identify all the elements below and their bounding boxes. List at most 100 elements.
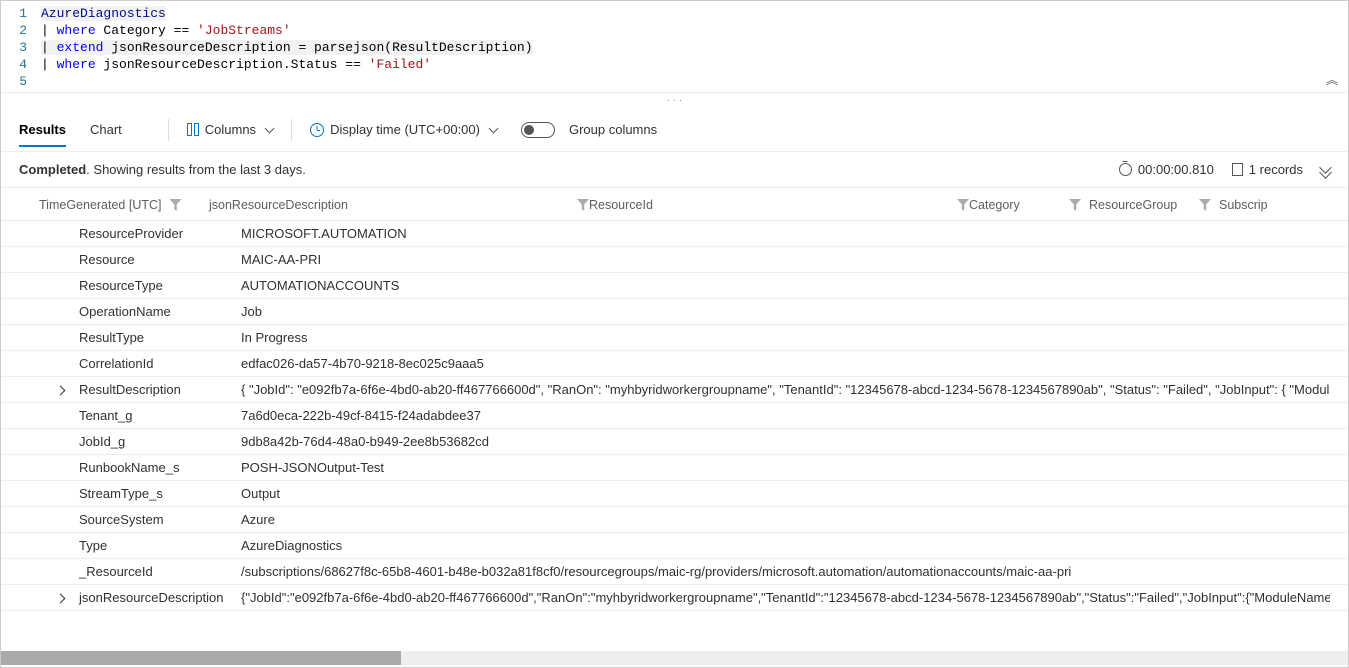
table-row[interactable]: jsonResourceDescription{"JobId":"e092fb7… <box>1 585 1348 611</box>
field-value: /subscriptions/68627f8c-65b8-4601-b48e-b… <box>241 564 1330 579</box>
field-name: ResultDescription <box>79 382 241 397</box>
field-value: {"JobId":"e092fb7a-6f6e-4bd0-ab20-ff4677… <box>241 590 1330 605</box>
column-header-category[interactable]: Category <box>969 198 1069 212</box>
display-time-label: Display time (UTC+00:00) <box>330 122 480 137</box>
table-row[interactable]: CorrelationIdedfac026-da57-4b70-9218-8ec… <box>1 351 1348 377</box>
field-name: Resource <box>79 252 241 267</box>
table-row[interactable]: ResultDescription{ "JobId": "e092fb7a-6f… <box>1 377 1348 403</box>
editor-line[interactable]: 2| where Category == 'JobStreams' <box>1 22 1348 39</box>
field-value: 7a6d0eca-222b-49cf-8415-f24adabdee37 <box>241 408 1330 423</box>
chevron-right-icon <box>57 590 64 605</box>
table-row[interactable]: _ResourceId/subscriptions/68627f8c-65b8-… <box>1 559 1348 585</box>
field-name: _ResourceId <box>79 564 241 579</box>
column-header-subscription[interactable]: Subscrip <box>1199 198 1330 212</box>
chevron-down-icon <box>262 122 273 137</box>
table-row[interactable]: StreamType_sOutput <box>1 481 1348 507</box>
stopwatch-icon <box>1119 163 1132 176</box>
table-row[interactable]: ResourceProviderMICROSOFT.AUTOMATION <box>1 221 1348 247</box>
resize-handle[interactable]: · · · <box>1 93 1348 108</box>
field-value: { "JobId": "e092fb7a-6f6e-4bd0-ab20-ff46… <box>241 382 1330 397</box>
columns-icon <box>187 123 199 136</box>
table-row[interactable]: SourceSystemAzure <box>1 507 1348 533</box>
toggle-icon <box>521 122 555 138</box>
status-bar: Completed. Showing results from the last… <box>1 152 1348 188</box>
line-number: 5 <box>1 73 41 90</box>
table-row[interactable]: TypeAzureDiagnostics <box>1 533 1348 559</box>
expand-cell[interactable] <box>1 590 79 605</box>
horizontal-scrollbar[interactable] <box>1 651 1348 665</box>
table-row[interactable]: ResourceMAIC-AA-PRI <box>1 247 1348 273</box>
line-number: 3 <box>1 39 41 56</box>
status-completed: Completed <box>19 162 86 177</box>
clock-icon <box>310 123 324 137</box>
table-row[interactable]: Tenant_g7a6d0eca-222b-49cf-8415-f24adabd… <box>1 403 1348 429</box>
table-row[interactable]: ResultTypeIn Progress <box>1 325 1348 351</box>
columns-button[interactable]: Columns <box>187 122 273 137</box>
group-columns-toggle[interactable]: Group columns <box>521 122 657 138</box>
field-name: Type <box>79 538 241 553</box>
expand-icon[interactable] <box>1321 163 1330 177</box>
column-header-time[interactable]: TimeGenerated [UTC] <box>39 198 209 212</box>
field-value: 9db8a42b-76d4-48a0-b949-2ee8b53682cd <box>241 434 1330 449</box>
table-row[interactable]: ResourceTypeAUTOMATIONACCOUNTS <box>1 273 1348 299</box>
field-name: JobId_g <box>79 434 241 449</box>
code-content: | where jsonResourceDescription.Status =… <box>41 56 431 73</box>
table-row[interactable]: JobId_g9db8a42b-76d4-48a0-b949-2ee8b5368… <box>1 429 1348 455</box>
line-number: 2 <box>1 22 41 39</box>
filter-icon[interactable] <box>577 199 589 211</box>
expand-cell[interactable] <box>1 382 79 397</box>
results-grid[interactable]: ResourceProviderMICROSOFT.AUTOMATIONReso… <box>1 221 1348 651</box>
field-value: edfac026-da57-4b70-9218-8ec025c9aaa5 <box>241 356 1330 371</box>
separator <box>291 119 292 141</box>
code-content: | where Category == 'JobStreams' <box>41 22 291 39</box>
column-header-resourcegroup[interactable]: ResourceGroup <box>1069 198 1199 212</box>
field-name: ResourceType <box>79 278 241 293</box>
results-toolbar: Results Chart Columns Display time (UTC+… <box>1 108 1348 152</box>
query-duration: 00:00:00.810 <box>1119 162 1214 177</box>
field-name: Tenant_g <box>79 408 241 423</box>
table-header-row: TimeGenerated [UTC] jsonResourceDescript… <box>1 188 1348 221</box>
collapse-editor-icon[interactable]: ︽ <box>1326 71 1338 88</box>
group-columns-label: Group columns <box>569 122 657 137</box>
editor-line[interactable]: 3| extend jsonResourceDescription = pars… <box>1 39 1348 56</box>
field-value: POSH-JSONOutput-Test <box>241 460 1330 475</box>
chevron-right-icon <box>57 382 64 397</box>
editor-line[interactable]: 1AzureDiagnostics <box>1 5 1348 22</box>
query-editor[interactable]: 1AzureDiagnostics2| where Category == 'J… <box>1 1 1348 93</box>
field-value: MICROSOFT.AUTOMATION <box>241 226 1330 241</box>
code-content: AzureDiagnostics <box>41 5 166 22</box>
field-value: AUTOMATIONACCOUNTS <box>241 278 1330 293</box>
table-row[interactable]: RunbookName_sPOSH-JSONOutput-Test <box>1 455 1348 481</box>
filter-icon[interactable] <box>957 199 969 211</box>
editor-line[interactable]: 4| where jsonResourceDescription.Status … <box>1 56 1348 73</box>
status-text: Completed. Showing results from the last… <box>19 162 306 177</box>
filter-icon[interactable] <box>170 199 182 211</box>
field-name: ResultType <box>79 330 241 345</box>
field-value: AzureDiagnostics <box>241 538 1330 553</box>
display-time-button[interactable]: Display time (UTC+00:00) <box>310 122 497 137</box>
field-value: MAIC-AA-PRI <box>241 252 1330 267</box>
document-icon <box>1232 163 1243 176</box>
field-name: RunbookName_s <box>79 460 241 475</box>
filter-icon[interactable] <box>1069 199 1081 211</box>
view-tabs: Results Chart <box>19 112 122 147</box>
field-value: Output <box>241 486 1330 501</box>
field-value: In Progress <box>241 330 1330 345</box>
filter-icon[interactable] <box>1199 199 1211 211</box>
tab-results[interactable]: Results <box>19 112 66 147</box>
table-row[interactable]: OperationNameJob <box>1 299 1348 325</box>
field-name: OperationName <box>79 304 241 319</box>
record-count: 1 records <box>1232 162 1303 177</box>
tab-chart[interactable]: Chart <box>90 112 122 147</box>
line-number: 4 <box>1 56 41 73</box>
column-header-json[interactable]: jsonResourceDescription <box>209 198 589 212</box>
field-value: Job <box>241 304 1330 319</box>
editor-line[interactable]: 5 <box>1 73 1348 90</box>
field-name: ResourceProvider <box>79 226 241 241</box>
field-name: StreamType_s <box>79 486 241 501</box>
line-number: 1 <box>1 5 41 22</box>
separator <box>168 119 169 141</box>
column-header-resourceid[interactable]: ResourceId <box>589 198 969 212</box>
code-content: | extend jsonResourceDescription = parse… <box>41 39 533 56</box>
chevron-down-icon <box>486 122 497 137</box>
